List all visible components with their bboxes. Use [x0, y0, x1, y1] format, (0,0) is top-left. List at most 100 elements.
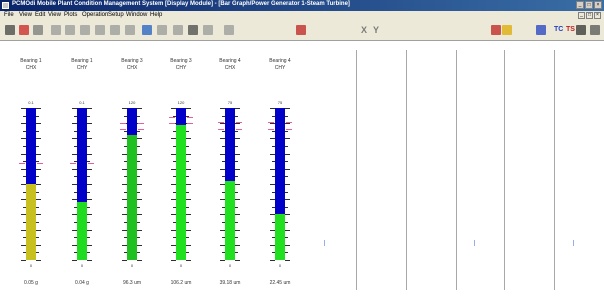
scale-tick — [235, 161, 238, 162]
scale-tick — [285, 245, 290, 246]
scale-tick — [72, 169, 77, 170]
scale-tick — [122, 154, 127, 155]
pen-icon[interactable] — [491, 25, 501, 35]
bar-chart-icon[interactable] — [296, 25, 306, 35]
doc-minimize-button[interactable]: _ — [578, 12, 585, 19]
scale-tick — [270, 214, 275, 215]
bar-gauge-column[interactable]: Bearing 3 CHX 120 0 96.3 um — [110, 52, 154, 288]
print-icon[interactable] — [590, 25, 600, 35]
scale-tick — [235, 237, 238, 238]
scale-tick — [21, 169, 26, 170]
alarm-level-marker — [218, 122, 224, 123]
scale-tick — [235, 222, 238, 223]
channel-reading: 39.18 um — [219, 280, 241, 286]
arrows-icon[interactable] — [173, 25, 183, 35]
zoom-icon[interactable] — [51, 25, 61, 35]
scale-tick — [272, 237, 275, 238]
scale-tick — [235, 252, 238, 253]
x-axis-button[interactable]: X — [361, 25, 367, 35]
menu-setup[interactable]: Setup — [108, 12, 124, 18]
menu-plots[interactable]: Plots — [64, 12, 77, 18]
move-icon[interactable] — [188, 25, 198, 35]
scale-tick — [285, 146, 288, 147]
doc-restore-button[interactable]: □ — [586, 12, 593, 19]
scale-tick — [137, 161, 140, 162]
cursor-icon[interactable] — [65, 25, 75, 35]
record-icon[interactable] — [19, 25, 29, 35]
save-icon[interactable] — [576, 25, 586, 35]
scale-tick — [235, 199, 240, 200]
scale-tick — [235, 230, 240, 231]
bar-gauge-column[interactable]: Bearing 1 CHY 0.1 0 0.04 g — [60, 52, 104, 288]
scale-tick — [21, 260, 26, 261]
bar-gauge-column[interactable]: Bearing 4 CHY 75 0 22.45 um — [258, 52, 302, 288]
scale-tick — [285, 184, 290, 185]
bar-gauge-column[interactable]: Bearing 3 CHY 120 0 106.2 um — [159, 52, 203, 288]
channel-name: Bearing 3 — [121, 58, 143, 64]
alarm-level-marker — [138, 129, 144, 130]
scale-tick — [270, 154, 275, 155]
close-button[interactable]: × — [594, 1, 602, 9]
scale-tick — [186, 199, 191, 200]
y-axis-button[interactable]: Y — [373, 25, 379, 35]
scale-tick — [186, 214, 191, 215]
tc-button[interactable]: TC — [554, 25, 563, 35]
scale-tick — [285, 138, 290, 139]
scale-tick — [36, 207, 39, 208]
menu-operation[interactable]: Operation — [82, 12, 108, 18]
scale-tick — [137, 131, 140, 132]
scale-tick — [272, 222, 275, 223]
bar-track — [127, 108, 137, 260]
scale-tick — [124, 222, 127, 223]
scale-tick — [137, 199, 142, 200]
stop-icon[interactable] — [5, 25, 15, 35]
minimize-button[interactable]: _ — [576, 1, 584, 9]
hand-icon[interactable] — [110, 25, 120, 35]
scale-tick — [36, 138, 41, 139]
menu-view[interactable]: View — [19, 12, 32, 18]
table-icon[interactable] — [224, 25, 234, 35]
alarm-level-marker — [37, 163, 43, 164]
grid-icon[interactable] — [95, 25, 105, 35]
ts-button[interactable]: TS — [566, 25, 575, 35]
scale-tick — [171, 199, 176, 200]
scale-tick — [36, 116, 39, 117]
select-icon[interactable] — [203, 25, 213, 35]
ts-icon[interactable] — [536, 25, 546, 35]
maximize-button[interactable]: □ — [585, 1, 593, 9]
menu-view-2[interactable]: View — [48, 12, 61, 18]
line-icon[interactable] — [80, 25, 90, 35]
alarm-level-marker — [120, 123, 126, 124]
channel-direction: CHY — [175, 65, 187, 71]
menu-file[interactable]: File — [4, 12, 14, 18]
window-title: PCMOdi Mobile Plant Condition Management… — [12, 1, 350, 7]
scale-max-label: 120 — [177, 100, 185, 105]
menu-help[interactable]: Help — [150, 12, 162, 18]
column-divider — [406, 50, 407, 290]
app-icon[interactable] — [2, 2, 9, 9]
bar-gauge-column[interactable]: Bearing 4 CHX 75 0 39.18 um — [208, 52, 252, 288]
scale-tick — [270, 199, 275, 200]
star-icon[interactable] — [502, 25, 512, 35]
menu-window[interactable]: Window — [126, 12, 147, 18]
scale-tick — [272, 161, 275, 162]
scale-tick — [87, 222, 90, 223]
scale-tick — [23, 207, 26, 208]
scale-tick — [36, 245, 41, 246]
doc-close-button[interactable]: × — [594, 12, 601, 19]
rect-icon[interactable] — [125, 25, 135, 35]
bar-gauge-column[interactable]: Bearing 1 CHX 0.1 0 0.05 g — [9, 52, 53, 288]
scale-tick — [235, 184, 240, 185]
pause-icon[interactable] — [33, 25, 43, 35]
alarm-level-marker — [70, 163, 76, 164]
bars-icon[interactable] — [142, 25, 152, 35]
empty-channel-marker — [474, 240, 475, 246]
menu-edit[interactable]: Edit — [35, 12, 45, 18]
trend-icon[interactable] — [157, 25, 167, 35]
scale-tick — [23, 146, 26, 147]
scale-min-label: 0 — [29, 263, 33, 268]
scale-tick — [270, 108, 275, 109]
scale-tick — [173, 237, 176, 238]
scale-tick — [72, 138, 77, 139]
scale-tick — [220, 230, 225, 231]
